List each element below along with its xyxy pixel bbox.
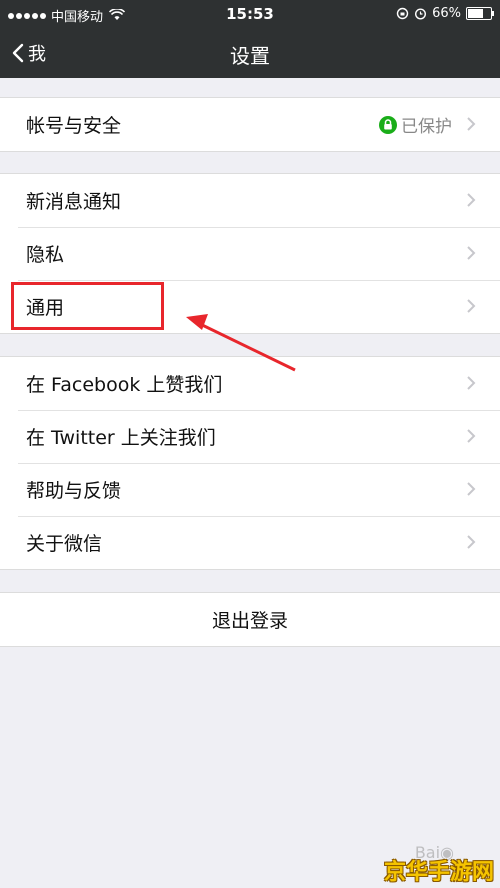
nav-bar: 我 设置: [0, 28, 500, 78]
twitter-label: 在 Twitter 上关注我们: [26, 427, 216, 449]
chevron-right-icon: [467, 193, 476, 207]
annotation-arrow-icon: [186, 314, 296, 372]
status-right: 66%: [396, 6, 494, 21]
chevron-right-icon: [467, 482, 476, 496]
watermark-text: 京华手游网: [384, 860, 495, 885]
about-wechat-label: 关于微信: [26, 533, 103, 555]
help-feedback-row[interactable]: 帮助与反馈: [0, 463, 500, 516]
chevron-right-icon: [467, 376, 476, 390]
privacy-label: 隐私: [26, 244, 65, 266]
alarm-icon: [415, 8, 427, 20]
protection-status-text: 已保护: [401, 117, 452, 137]
protection-status: 已保护: [379, 112, 452, 137]
chevron-right-icon: [467, 535, 476, 549]
highlight-box: [11, 282, 164, 330]
notifications-row[interactable]: 新消息通知: [0, 174, 500, 227]
about-wechat-row[interactable]: 关于微信: [0, 516, 500, 569]
chevron-right-icon: [467, 246, 476, 260]
battery-icon: [466, 7, 494, 20]
chevron-right-icon: [467, 429, 476, 443]
about-group: 在 Facebook 上赞我们 在 Twitter 上关注我们 帮助与反馈 关于…: [0, 356, 500, 570]
battery-percent: 66%: [432, 6, 461, 21]
logout-button[interactable]: 退出登录: [0, 593, 500, 646]
logout-group: 退出登录: [0, 592, 500, 647]
watermark-logo: Bai◉ 京华手游网: [384, 843, 500, 888]
page-title: 设置: [230, 44, 270, 68]
lock-icon: [379, 115, 397, 134]
rotation-lock-icon: [396, 7, 409, 20]
chevron-right-icon: [467, 299, 476, 313]
account-group: 帐号与安全 已保护: [0, 97, 500, 152]
notifications-label: 新消息通知: [26, 191, 122, 213]
battery-fill: [468, 9, 483, 18]
privacy-row[interactable]: 隐私: [0, 227, 500, 280]
twitter-row[interactable]: 在 Twitter 上关注我们: [0, 410, 500, 463]
help-feedback-label: 帮助与反馈: [26, 480, 122, 502]
account-security-row[interactable]: 帐号与安全 已保护: [0, 98, 500, 151]
status-bar: 中国移动 15:53 66%: [0, 0, 500, 28]
chevron-right-icon: [467, 117, 476, 131]
